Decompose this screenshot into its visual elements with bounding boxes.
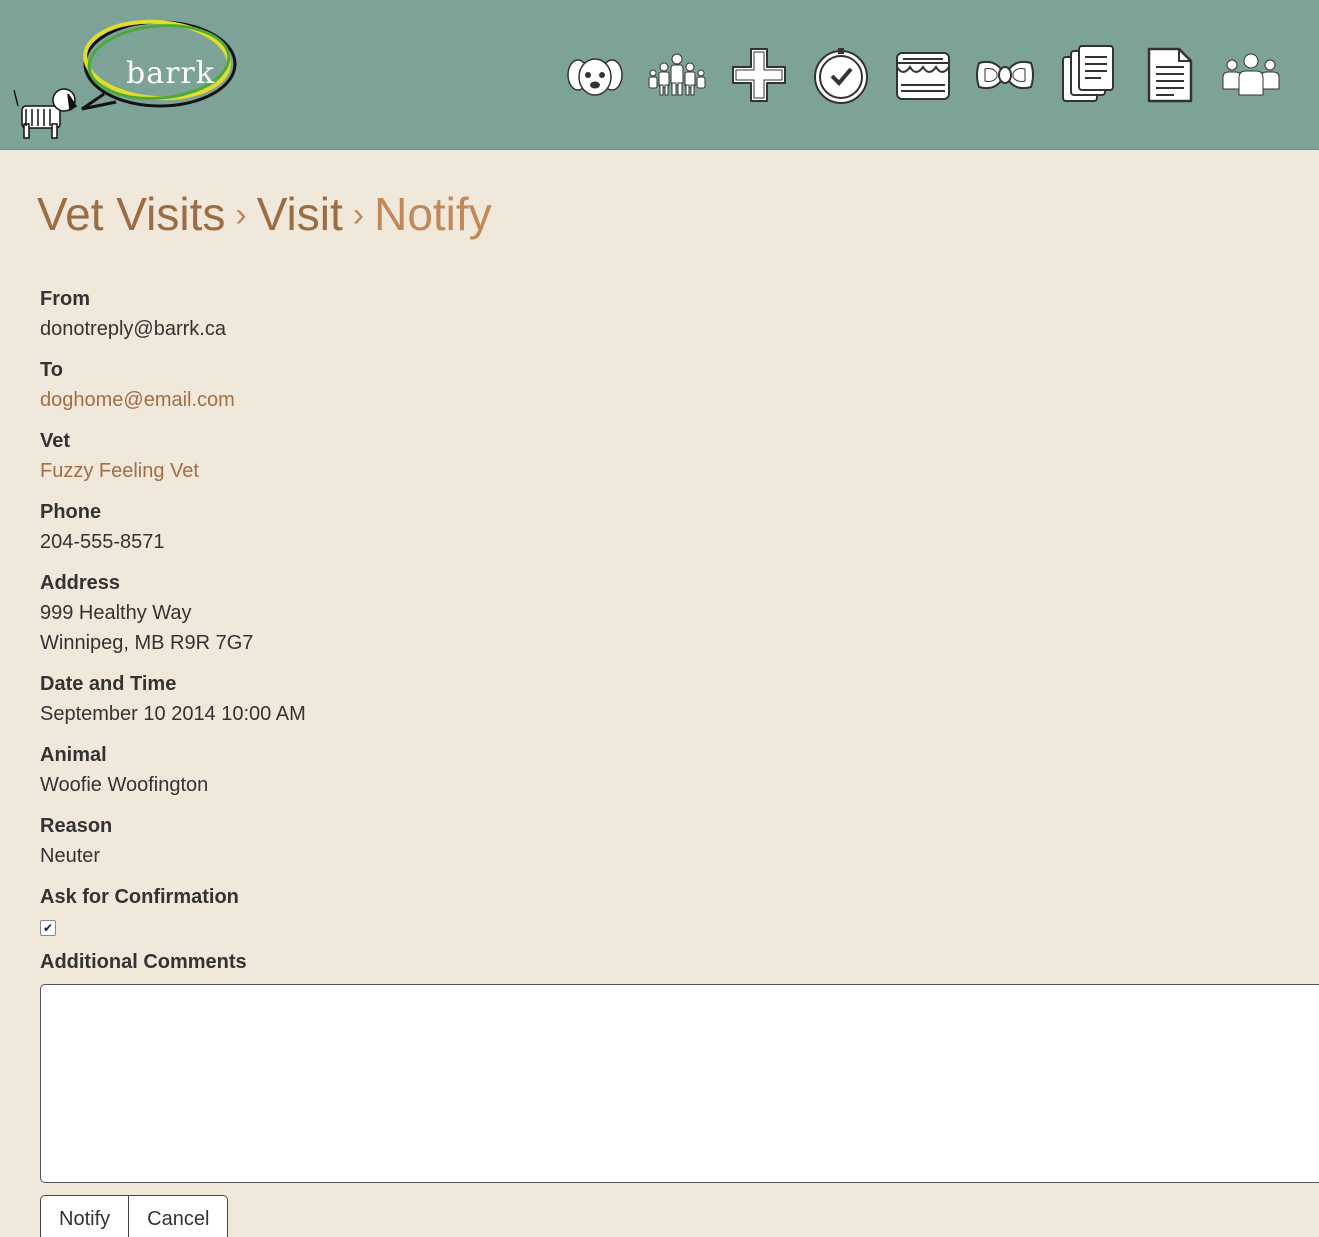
app-header: barrk <box>0 0 1319 150</box>
store-icon <box>896 52 950 100</box>
animal-label: Animal <box>40 744 107 766</box>
phone-label: Phone <box>40 501 102 523</box>
address-label: Address <box>40 572 121 594</box>
breadcrumb: Vet Visits › Visit › Notify <box>37 186 492 243</box>
ask-confirmation-checkbox[interactable]: ✔ <box>40 920 56 936</box>
nav-accessories[interactable] <box>974 44 1036 106</box>
to-label: To <box>40 359 63 381</box>
vet-field: Vet Fuzzy Feeling Vet <box>40 426 1319 486</box>
bow-tie-icon <box>976 60 1034 90</box>
phone-value: 204-555-8571 <box>40 531 165 553</box>
cancel-button[interactable]: Cancel <box>128 1196 227 1237</box>
document-icon <box>1147 47 1193 103</box>
confirm-field: Ask for Confirmation ✔ <box>40 882 1319 936</box>
form-actions: Notify Cancel <box>40 1195 229 1237</box>
datetime-label: Date and Time <box>40 673 177 695</box>
animal-value: Woofie Woofington <box>40 774 209 796</box>
breadcrumb-current-notify: Notify <box>374 188 492 240</box>
barrk-logo[interactable]: barrk <box>12 14 247 139</box>
nav-reports[interactable] <box>1138 44 1200 106</box>
family-icon <box>648 53 706 96</box>
breadcrumb-vet-visits[interactable]: Vet Visits <box>37 188 225 240</box>
from-field: From donotreply@barrk.ca <box>40 284 1319 344</box>
from-value: donotreply@barrk.ca <box>40 318 226 340</box>
phone-field: Phone 204-555-8571 <box>40 497 1319 557</box>
main-nav <box>564 44 1302 106</box>
clock-check-icon <box>814 48 868 104</box>
logo-text: barrk <box>126 56 215 91</box>
confirm-label: Ask for Confirmation <box>40 886 239 908</box>
vet-label: Vet <box>40 430 71 452</box>
reason-field: Reason Neuter <box>40 811 1319 871</box>
nav-users[interactable] <box>1220 44 1282 106</box>
to-email-link[interactable]: doghome@email.com <box>40 389 235 411</box>
breadcrumb-visit[interactable]: Visit <box>257 188 343 240</box>
nav-medical[interactable] <box>728 44 790 106</box>
breadcrumb-separator: › <box>235 196 247 234</box>
animal-field: Animal Woofie Woofington <box>40 740 1319 800</box>
medical-cross-icon <box>732 48 786 102</box>
nav-store[interactable] <box>892 44 954 106</box>
address-field: Address 999 Healthy Way Winnipeg, MB R9R… <box>40 568 1319 658</box>
address-line2: Winnipeg, MB R9R 7G7 <box>40 632 254 654</box>
address-line1: 999 Healthy Way <box>40 602 192 624</box>
reason-value: Neuter <box>40 845 101 867</box>
notify-form: From donotreply@barrk.ca To doghome@emai… <box>40 284 1319 1183</box>
additional-comments-textarea[interactable] <box>40 984 1319 1183</box>
from-label: From <box>40 288 90 310</box>
comments-label: Additional Comments <box>40 951 247 973</box>
comments-field: Additional Comments <box>40 947 1319 1183</box>
dog-icon <box>567 58 623 96</box>
reason-label: Reason <box>40 815 113 837</box>
nav-animals[interactable] <box>564 44 626 106</box>
datetime-value: September 10 2014 10:00 AM <box>40 703 306 725</box>
notify-button[interactable]: Notify <box>41 1196 128 1237</box>
vet-link[interactable]: Fuzzy Feeling Vet <box>40 460 199 482</box>
documents-icon <box>1062 45 1114 102</box>
to-field: To doghome@email.com <box>40 355 1319 415</box>
nav-families[interactable] <box>646 44 708 106</box>
breadcrumb-separator: › <box>352 196 365 234</box>
nav-records[interactable] <box>1056 44 1118 106</box>
datetime-field: Date and Time September 10 2014 10:00 AM <box>40 669 1319 729</box>
group-icon <box>1222 53 1280 96</box>
nav-schedule[interactable] <box>810 44 872 106</box>
